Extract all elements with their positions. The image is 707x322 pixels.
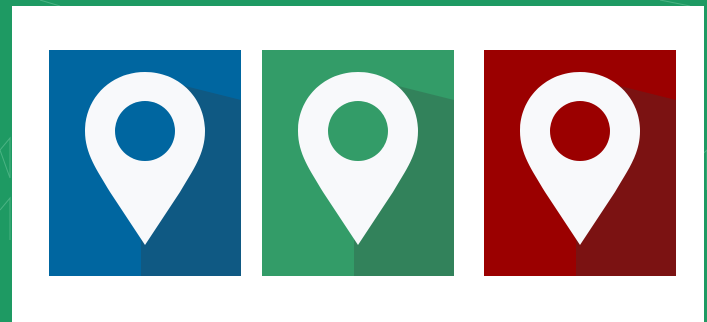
icon-canvas	[12, 6, 704, 322]
blue-location-tile	[49, 50, 241, 276]
green-pin-center	[328, 101, 388, 161]
red-location-tile	[484, 50, 676, 276]
tile-red	[484, 50, 676, 276]
green-location-tile	[262, 50, 454, 276]
tile-green	[262, 50, 454, 276]
red-pin-center	[550, 101, 610, 161]
tile-blue	[49, 50, 241, 276]
blue-pin-center	[115, 101, 175, 161]
page-frame	[0, 0, 707, 322]
